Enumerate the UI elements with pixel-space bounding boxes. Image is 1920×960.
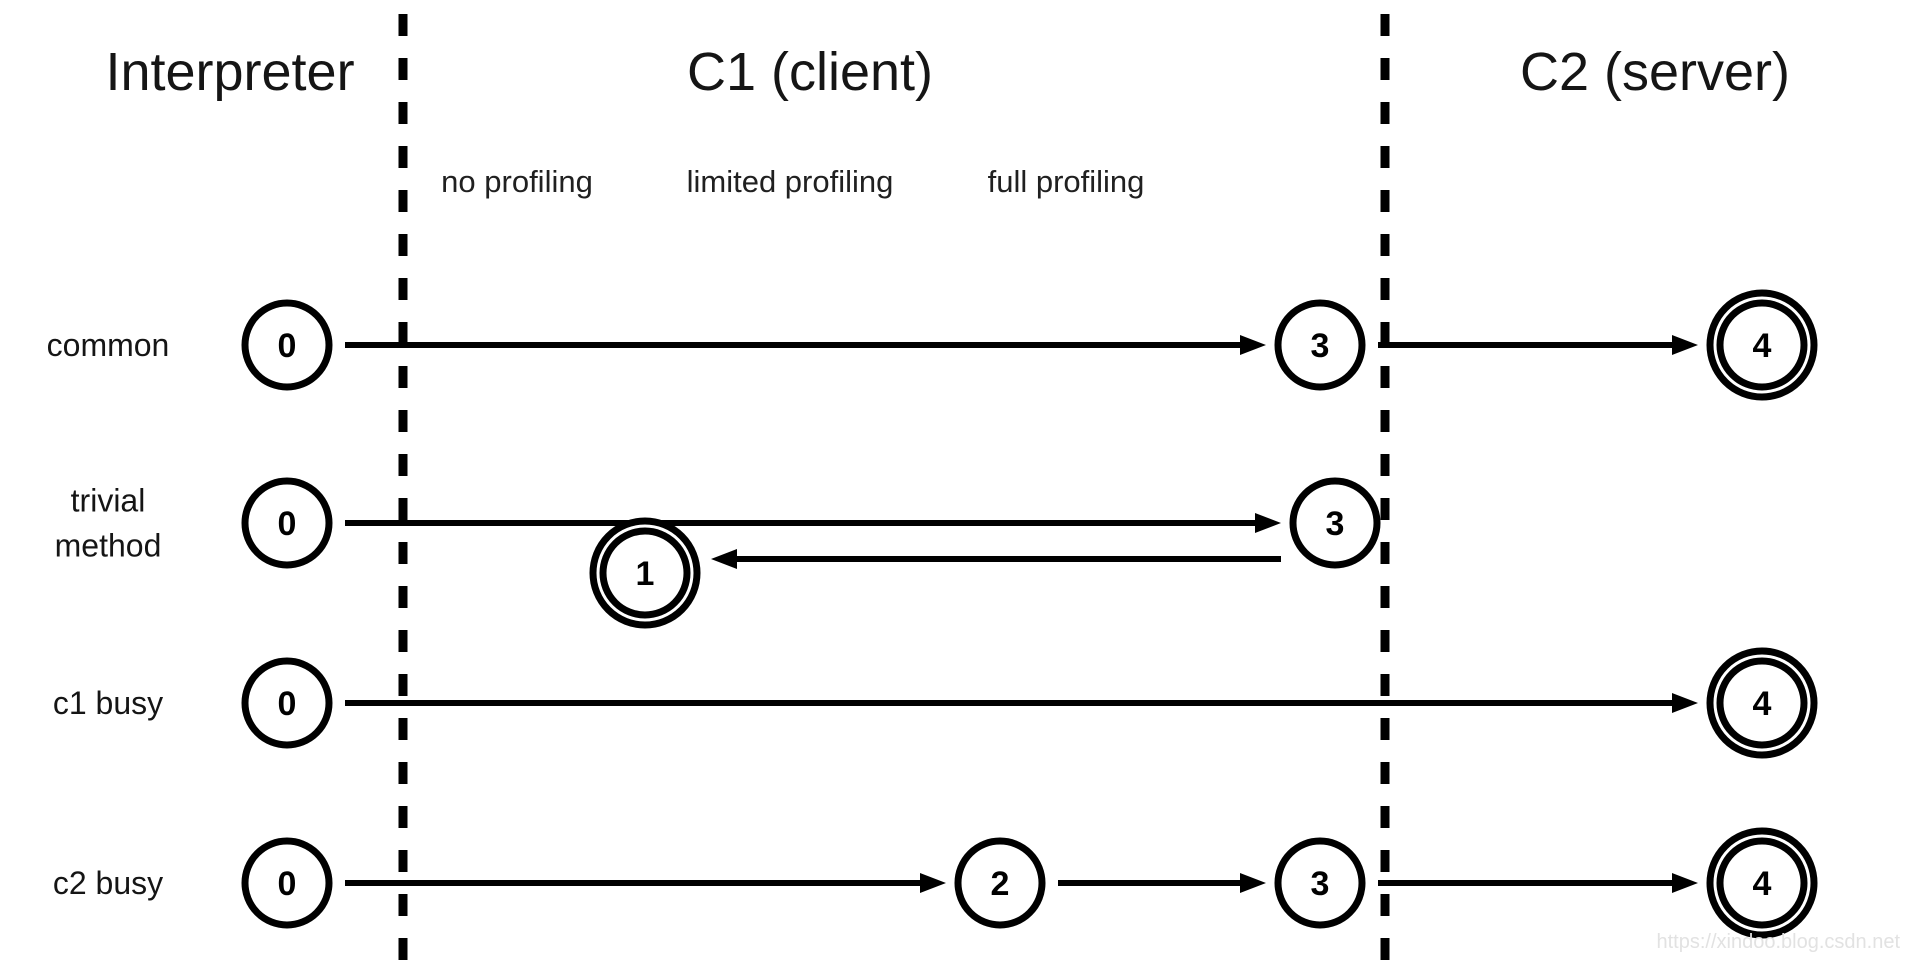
edge-c1busy-0-to-4: [345, 693, 1698, 713]
row-label-trivial-method: trivial method: [55, 483, 162, 564]
row-label-c1-busy: c1 busy: [53, 685, 163, 721]
state-node-common-0[interactable]: 0: [241, 299, 333, 391]
state-node-c2busy-4[interactable]: 4: [1706, 827, 1818, 939]
node-label: 3: [1311, 327, 1330, 365]
transition-edges: [345, 335, 1698, 893]
phase-label-full-profiling: full profiling: [988, 164, 1145, 199]
node-label: 3: [1311, 865, 1330, 903]
arrow-head-right: [1672, 335, 1698, 355]
edge-c2busy-0-to-2: [345, 873, 946, 893]
state-node-c2busy-3[interactable]: 3: [1274, 837, 1366, 929]
row-label-line: trivial: [71, 483, 146, 519]
row-label-line: c2 busy: [53, 865, 163, 901]
node-label: 0: [278, 865, 297, 903]
arrow-head-right: [1255, 513, 1281, 533]
edge-common-0-to-3: [345, 335, 1266, 355]
diagram-root: 0 3 4 0 3 1 0 4 0 2 3 4 Interpreter C1 (client) C2 (s…: [0, 0, 1920, 960]
state-node-c2busy-2[interactable]: 2: [954, 837, 1046, 929]
row-label-line: method: [55, 528, 162, 564]
state-nodes: 0 3 4 0 3 1 0 4 0 2 3 4: [241, 289, 1818, 939]
phase-label-limited-profiling: limited profiling: [687, 164, 894, 199]
edge-trivial-3-to-1: [711, 549, 1281, 569]
arrow-head-right: [1240, 873, 1266, 893]
profiling-phase-labels: no profiling limited profiling full profil…: [441, 164, 1144, 199]
state-node-trivial-0[interactable]: 0: [241, 477, 333, 569]
arrow-head-right: [920, 873, 946, 893]
arrow-head-right: [1672, 693, 1698, 713]
watermark: https://xindoo.blog.csdn.net: [1657, 931, 1901, 953]
state-node-c1busy-4[interactable]: 4: [1706, 647, 1818, 759]
edge-trivial-0-to-3: [345, 513, 1281, 533]
row-label-line: common: [47, 327, 170, 363]
arrow-head-right: [1240, 335, 1266, 355]
node-label: 2: [991, 865, 1010, 903]
node-label: 4: [1753, 865, 1772, 903]
watermark-text: https://xindoo.blog.csdn.net: [1657, 931, 1901, 953]
phase-label-no-profiling: no profiling: [441, 164, 593, 199]
state-transition-diagram: 0 3 4 0 3 1 0 4 0 2 3 4 Interpreter C1 (client) C2 (s…: [47, 14, 1901, 960]
edge-common-3-to-4: [1378, 335, 1698, 355]
node-label: 3: [1326, 505, 1345, 543]
edge-c2busy-3-to-4: [1378, 873, 1698, 893]
row-label-line: c1 busy: [53, 685, 163, 721]
node-label: 0: [278, 685, 297, 723]
state-node-common-4[interactable]: 4: [1706, 289, 1818, 401]
column-header-c1: C1 (client): [687, 42, 933, 102]
state-node-trivial-1[interactable]: 1: [589, 517, 701, 629]
state-node-trivial-3[interactable]: 3: [1289, 477, 1381, 569]
node-label: 1: [636, 555, 655, 593]
row-labels: common trivial method c1 busy c2 busy: [47, 327, 170, 901]
column-header-c2: C2 (server): [1520, 42, 1790, 102]
column-dividers: [398, 14, 1390, 960]
column-headers: Interpreter C1 (client) C2 (server): [105, 42, 1790, 102]
node-label: 4: [1753, 685, 1772, 723]
node-label: 0: [278, 505, 297, 543]
edge-c2busy-2-to-3: [1058, 873, 1266, 893]
row-label-c2-busy: c2 busy: [53, 865, 163, 901]
state-node-c2busy-0[interactable]: 0: [241, 837, 333, 929]
state-node-common-3[interactable]: 3: [1274, 299, 1366, 391]
node-label: 0: [278, 327, 297, 365]
arrow-head-right: [1672, 873, 1698, 893]
node-label: 4: [1753, 327, 1772, 365]
state-node-c1busy-0[interactable]: 0: [241, 657, 333, 749]
row-label-common: common: [47, 327, 170, 363]
arrow-head-left: [711, 549, 737, 569]
column-header-interpreter: Interpreter: [105, 42, 354, 102]
